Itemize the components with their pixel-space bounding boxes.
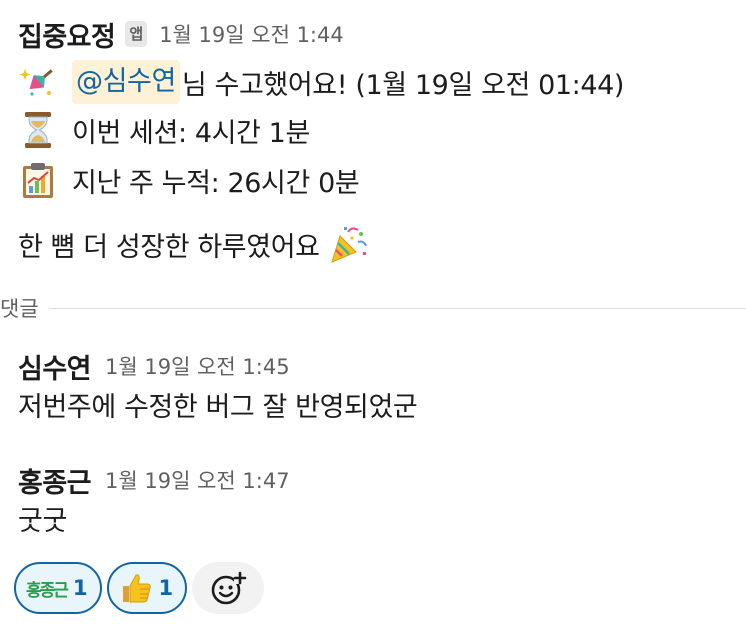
sparkle-wand-icon — [18, 62, 58, 102]
app-badge: 앱 — [125, 21, 148, 47]
replies-divider: 댓글 — [0, 290, 746, 326]
chart-clipboard-icon — [18, 160, 58, 200]
message-line-1-text: 님 수고했어요! (1월 19일 오전 01:44) — [181, 69, 625, 101]
message-sender[interactable]: 집중요정 — [18, 15, 116, 54]
message-line-4-text: 한 뼘 더 성장한 하루였어요 — [18, 231, 320, 263]
user-mention[interactable]: @심수연 — [72, 60, 180, 104]
message-timestamp[interactable]: 1월 19일 오전 1:44 — [159, 19, 344, 49]
reply-header: 심수연 1월 19일 오전 1:45 — [18, 346, 417, 386]
message-line-2: 이번 세션: 4시간 1분 — [18, 108, 310, 152]
reaction-count: 1 — [72, 576, 88, 600]
reply-timestamp[interactable]: 1월 19일 오전 1:47 — [105, 465, 290, 495]
message-line-3-text: 지난 주 누적: 26시간 0분 — [72, 167, 360, 199]
reaction-count: 1 — [158, 576, 174, 600]
message-line-4: 한 뼘 더 성장한 하루였어요 — [18, 222, 368, 266]
message-line-1: @심수연 님 수고했어요! (1월 19일 오전 01:44) — [18, 60, 624, 104]
divider-line — [48, 307, 746, 309]
reply-text: 굿굿 — [18, 506, 67, 537]
add-reaction-icon — [209, 569, 247, 607]
hourglass-icon — [18, 110, 58, 150]
custom-name-emoji-icon: 홍종근 — [26, 580, 69, 601]
reply-timestamp[interactable]: 1월 19일 오전 1:45 — [105, 351, 290, 381]
reply-sender[interactable]: 심수연 — [18, 347, 92, 386]
reply-message: 홍종근 1월 19일 오전 1:47 굿굿 — [18, 460, 290, 542]
reply-header: 홍종근 1월 19일 오전 1:47 — [18, 460, 290, 500]
reply-message: 심수연 1월 19일 오전 1:45 저번주에 수정한 버그 잘 반영되었군 — [18, 346, 418, 428]
party-popper-icon — [328, 224, 368, 264]
reaction-thumbs-up[interactable]: 1 — [106, 562, 188, 614]
message-header: 집중요정 앱 1월 19일 오전 1:44 — [18, 14, 344, 54]
add-reaction-button[interactable] — [192, 562, 265, 614]
replies-divider-label: 댓글 — [0, 297, 39, 321]
message-line-2-text: 이번 세션: 4시간 1분 — [72, 117, 310, 149]
reactions-bar: 홍종근 1 1 — [14, 560, 265, 616]
reaction-custom-name[interactable]: 홍종근 1 — [14, 562, 102, 614]
reply-sender[interactable]: 홍종근 — [18, 461, 92, 500]
thumbs-up-icon — [119, 571, 153, 605]
reply-text: 저번주에 수정한 버그 잘 반영되었군 — [18, 392, 418, 423]
message-line-3: 지난 주 누적: 26시간 0분 — [18, 158, 360, 202]
